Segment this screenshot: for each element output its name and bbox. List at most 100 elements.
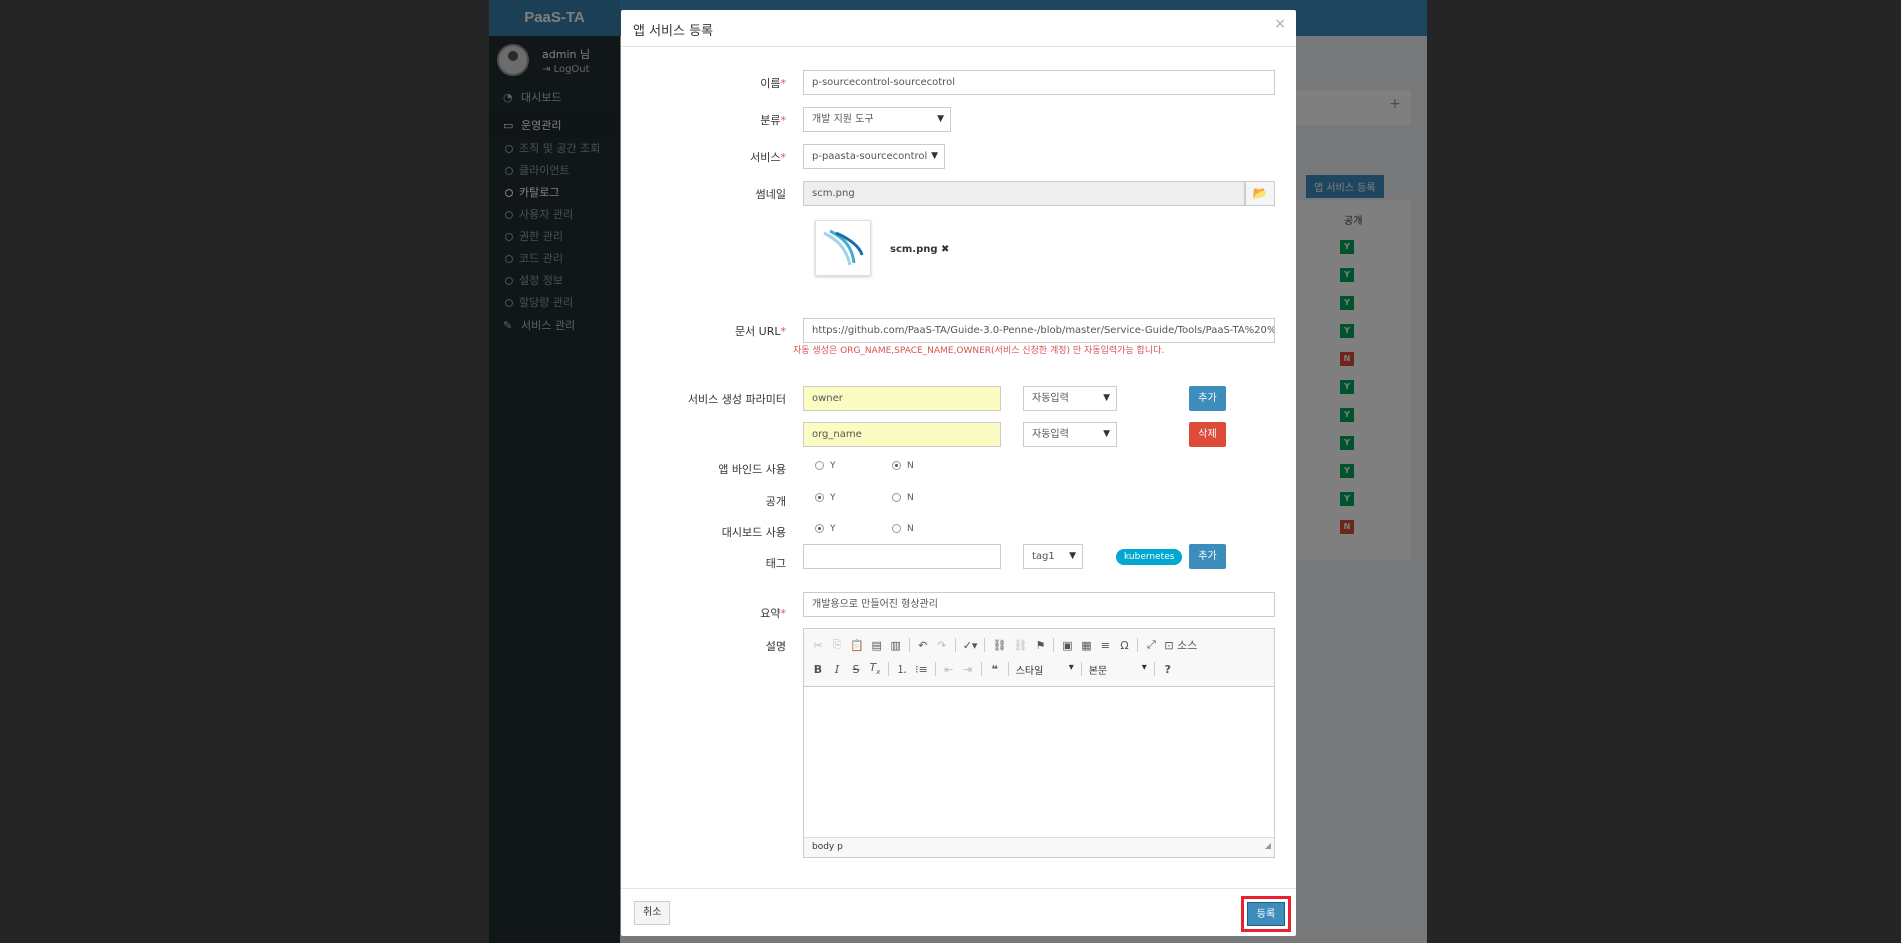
add-param-button[interactable]: 추가 [1189, 386, 1226, 411]
name-input[interactable]: p-sourcecontrol-sourcecotrol [803, 70, 1275, 95]
outdent-icon[interactable]: ⇤ [943, 663, 955, 676]
unlink-icon[interactable]: ⛓ [1013, 639, 1027, 652]
public-yes-radio[interactable]: Y [815, 493, 836, 503]
resize-handle-icon[interactable]: ◢ [1265, 836, 1271, 855]
paste-icon[interactable]: 📋 [850, 639, 864, 652]
close-icon[interactable]: × [1274, 16, 1286, 32]
toolbar-separator [888, 662, 889, 676]
redo-icon[interactable]: ↷ [936, 639, 948, 652]
paste-word-icon[interactable]: ▥ [890, 639, 902, 652]
bulleted-list-icon[interactable]: ⁝≡ [915, 663, 928, 676]
dashboard-yes-radio[interactable]: Y [815, 524, 836, 534]
doc-url-input[interactable]: https://github.com/PaaS-TA/Guide-3.0-Pen… [803, 318, 1275, 343]
tag-input[interactable] [803, 544, 1001, 569]
anchor-flag-icon[interactable]: ⚑ [1034, 639, 1046, 652]
help-icon[interactable]: ? [1162, 663, 1174, 676]
cut-icon[interactable]: ✂ [812, 639, 824, 652]
style-dropdown-label: 스타일 [1015, 665, 1044, 677]
service-select-value: p-paasta-sourcecontrol [812, 151, 928, 162]
service-label-text: 서비스 [750, 151, 781, 164]
caret-down-icon: ▼ [1103, 429, 1110, 439]
app-binding-no-radio[interactable]: N [892, 461, 914, 471]
source-label: 소스 [1177, 639, 1198, 652]
link-icon[interactable]: ⛓ [992, 639, 1006, 652]
delete-param-button[interactable]: 삭제 [1189, 422, 1226, 447]
strike-icon[interactable]: S [850, 663, 862, 676]
service-select[interactable]: p-paasta-sourcecontrol ▼ [803, 144, 945, 169]
style-dropdown[interactable]: 스타일 ▾ [1016, 662, 1074, 677]
doc-url-label-text: 문서 URL [734, 325, 781, 338]
radio-icon [815, 493, 824, 502]
thumbnail-filename-text: scm.png [890, 244, 938, 255]
special-char-icon[interactable]: Ω [1118, 639, 1130, 652]
tag-pill[interactable]: kubernetes [1116, 549, 1183, 565]
thumbnail-input[interactable]: scm.png [803, 181, 1245, 206]
category-select[interactable]: 개발 지원 도구 ▼ [803, 107, 951, 132]
caret-down-icon: ▾ [1141, 661, 1147, 673]
image-icon[interactable]: ▣ [1061, 639, 1073, 652]
submit-button[interactable]: 등록 [1247, 902, 1285, 926]
caret-down-icon: ▼ [1069, 551, 1076, 561]
param-name-input[interactable]: owner [803, 386, 1001, 411]
auto-input-notice: 자동 생성은 ORG_NAME,SPACE_NAME,OWNER(서비스 신청한… [793, 346, 1165, 356]
toolbar-separator [1153, 662, 1155, 676]
horizontal-rule-icon[interactable]: ≡ [1099, 639, 1111, 652]
param-name-input[interactable]: org_name [803, 422, 1001, 447]
element-path[interactable]: body p [812, 842, 843, 852]
format-dropdown-label: 본문 [1088, 665, 1108, 677]
dashboard-no-radio[interactable]: N [892, 524, 914, 534]
radio-label: N [907, 493, 914, 503]
category-label-text: 분류 [760, 114, 781, 127]
service-params-label: 서비스 생성 파라미터 [687, 393, 786, 406]
italic-icon[interactable]: I [831, 663, 843, 676]
tag-select[interactable]: tag1 ▼ [1023, 544, 1083, 569]
remove-format-icon[interactable]: Tx [869, 661, 881, 676]
app-binding-yes-radio[interactable]: Y [815, 461, 836, 471]
radio-icon [815, 524, 824, 533]
toolbar-separator [954, 638, 956, 652]
param-mode-select[interactable]: 자동입력 ▼ [1023, 386, 1117, 411]
indent-icon[interactable]: ⇥ [962, 663, 974, 676]
app-binding-label: 앱 바인드 사용 [718, 463, 786, 476]
dashboard-use-label: 대시보드 사용 [721, 526, 786, 539]
blockquote-icon[interactable]: ❝ [989, 663, 1001, 676]
radio-label: N [907, 524, 914, 534]
required-mark: * [780, 325, 787, 338]
source-button[interactable]: ⊡ 소스 [1164, 637, 1197, 653]
required-mark: * [780, 151, 787, 164]
toolbar-row: B I S Tx ⒈ ⁝≡ ⇤ ⇥ ❝ 스타일 ▾ 본문 ▾ ? [812, 657, 1266, 681]
description-label: 설명 [765, 640, 786, 653]
format-dropdown[interactable]: 본문 ▾ [1089, 662, 1147, 677]
numbered-list-icon[interactable]: ⒈ [896, 661, 908, 677]
undo-icon[interactable]: ↶ [917, 639, 929, 652]
radio-label: Y [830, 493, 836, 503]
toolbar-separator [1007, 662, 1009, 676]
cancel-button[interactable]: 취소 [634, 901, 671, 925]
add-tag-button[interactable]: 추가 [1189, 544, 1226, 569]
public-no-radio[interactable]: N [892, 493, 914, 503]
copy-icon[interactable]: ⎘ [831, 638, 843, 652]
radio-label: Y [830, 524, 836, 534]
maximize-icon[interactable]: ⤢ [1145, 638, 1157, 652]
radio-icon [815, 461, 824, 470]
doc-url-label: 문서 URL* [735, 323, 786, 339]
bold-icon[interactable]: B [812, 663, 824, 676]
editor-content-area[interactable] [804, 687, 1274, 837]
category-select-value: 개발 지원 도구 [812, 114, 874, 125]
modal-header: 앱 서비스 등록 × [621, 10, 1296, 47]
required-mark: * [780, 114, 787, 127]
toolbar-separator [908, 638, 910, 652]
paste-text-icon[interactable]: ▤ [871, 639, 883, 652]
public-label: 공개 [765, 495, 786, 508]
spellcheck-icon[interactable]: ✓▾ [963, 639, 978, 652]
thumbnail-label: 썸네일 [755, 188, 786, 201]
table-icon[interactable]: ▦ [1080, 639, 1092, 652]
summary-input[interactable]: 개발용으로 만들어진 형상관리 [803, 592, 1275, 617]
tag-label: 태그 [765, 557, 786, 570]
editor-toolbar: ✂ ⎘ 📋 ▤ ▥ ↶ ↷ ✓▾ ⛓ ⛓ ⚑ ▣ ▦ ≡ Ω ⤢ ⊡ 소스 B … [804, 629, 1274, 687]
folder-open-icon[interactable]: 📂 [1245, 181, 1275, 206]
caret-down-icon: ▾ [1068, 661, 1074, 673]
summary-label-text: 요약 [760, 607, 781, 620]
param-mode-select[interactable]: 자동입력 ▼ [1023, 422, 1117, 447]
remove-icon[interactable]: ✖ [941, 244, 949, 255]
